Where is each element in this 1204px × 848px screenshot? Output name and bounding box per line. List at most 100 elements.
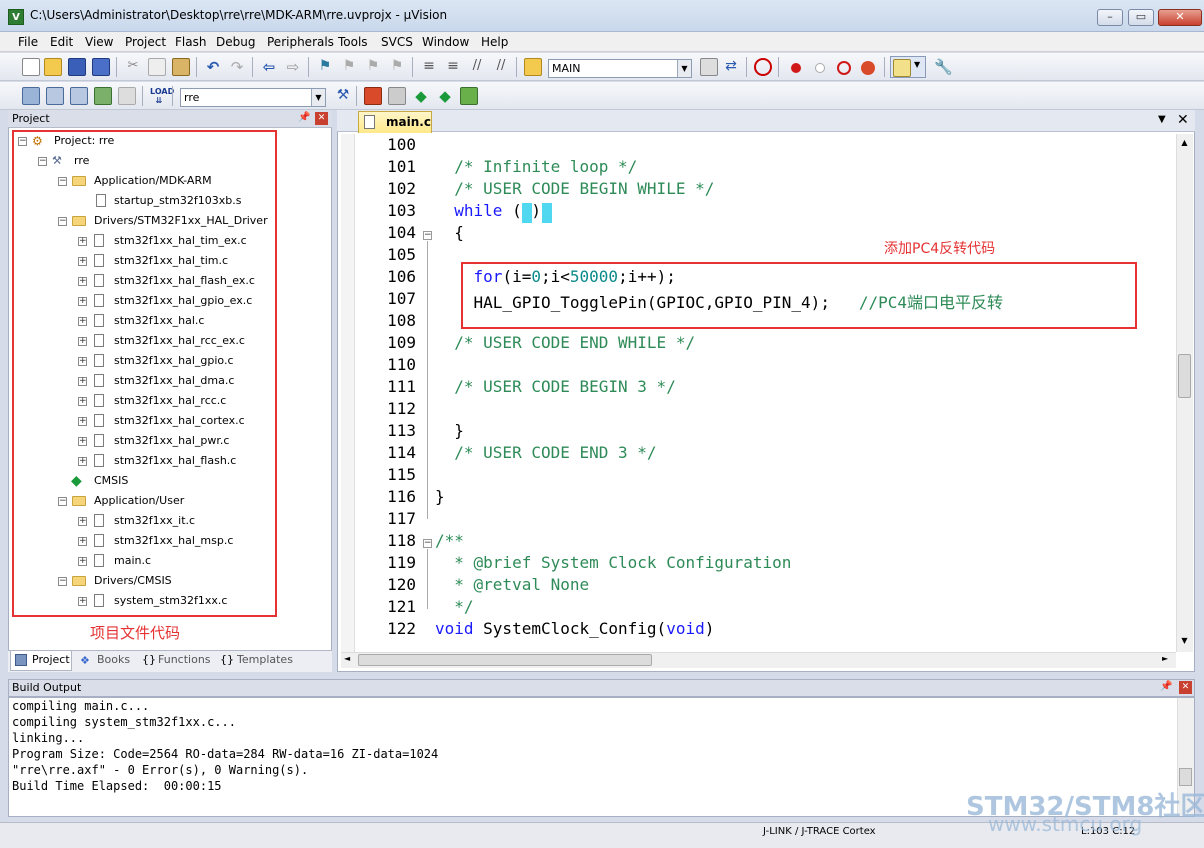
- menu-window[interactable]: Window: [422, 35, 469, 49]
- scroll-right-icon[interactable]: ►: [1162, 654, 1168, 663]
- bookmark-icon[interactable]: ⚑: [316, 58, 334, 76]
- scroll-up-icon[interactable]: ▲: [1178, 138, 1191, 150]
- batch-build-icon[interactable]: [94, 87, 112, 105]
- kill-all-breakpoints-icon[interactable]: [861, 61, 875, 75]
- build-scroll-thumb[interactable]: [1179, 768, 1192, 786]
- code-line[interactable]: /* Infinite loop */: [435, 157, 637, 176]
- menu-svcs[interactable]: SVCS: [381, 35, 413, 49]
- code-line[interactable]: */: [435, 597, 473, 616]
- line-number: 120: [387, 575, 416, 594]
- line-number: 113: [387, 421, 416, 440]
- maximize-button[interactable]: ▭: [1128, 9, 1154, 26]
- stop-build-icon[interactable]: [118, 87, 136, 105]
- file-icon: [364, 115, 375, 129]
- tab-functions[interactable]: Functions: [158, 653, 211, 666]
- code-line[interactable]: * @brief System Clock Configuration: [435, 553, 791, 572]
- code-line[interactable]: * @retval None: [435, 575, 589, 594]
- pin-icon[interactable]: 📌: [1160, 681, 1172, 692]
- pack-installer-icon[interactable]: ◆: [436, 87, 454, 105]
- new-file-icon[interactable]: [22, 58, 40, 76]
- horizontal-scroll-thumb[interactable]: [358, 654, 652, 666]
- build-icon[interactable]: [46, 87, 64, 105]
- configure-icon[interactable]: 🔧: [934, 58, 953, 76]
- select-packs-icon[interactable]: [388, 87, 406, 105]
- open-folder-icon[interactable]: [44, 58, 62, 76]
- chevron-down-icon[interactable]: ▼: [311, 89, 325, 106]
- chevron-down-icon[interactable]: ▼: [677, 60, 691, 77]
- code-line[interactable]: /* USER CODE END WHILE */: [435, 333, 695, 352]
- menu-peripherals[interactable]: Peripherals: [267, 35, 334, 49]
- code-line[interactable]: void SystemClock_Config(void): [435, 619, 714, 638]
- menu-edit[interactable]: Edit: [50, 35, 73, 49]
- menu-file[interactable]: File: [18, 35, 38, 49]
- code-line[interactable]: /**: [435, 531, 464, 550]
- find-icon[interactable]: [700, 58, 718, 76]
- fold-line: [427, 549, 428, 609]
- clear-bookmarks-icon[interactable]: ⚑: [388, 58, 406, 76]
- close-button[interactable]: ✕: [1158, 9, 1202, 26]
- panel-close-icon[interactable]: ✕: [315, 112, 328, 125]
- toolbar-separator: [172, 86, 173, 106]
- fold-marker[interactable]: −: [423, 231, 432, 240]
- menu-debug[interactable]: Debug: [216, 35, 255, 49]
- tab-books[interactable]: Books: [97, 653, 130, 666]
- comment-icon[interactable]: //: [468, 58, 486, 76]
- target-combo[interactable]: rre ▼: [180, 88, 326, 107]
- breakpoint-icon[interactable]: [791, 63, 801, 73]
- build-output-line: linking...: [12, 731, 85, 745]
- fold-marker[interactable]: −: [423, 539, 432, 548]
- line-number: 110: [387, 355, 416, 374]
- undo-icon[interactable]: ↶: [204, 58, 222, 76]
- manage-rte-icon[interactable]: ◆: [412, 87, 430, 105]
- editor-close-icon[interactable]: ✕: [1177, 112, 1189, 128]
- chevron-down-icon[interactable]: ▼: [1158, 114, 1166, 125]
- menu-project[interactable]: Project: [125, 35, 166, 49]
- next-bookmark-icon[interactable]: ⚑: [364, 58, 382, 76]
- translate-icon[interactable]: [22, 87, 40, 105]
- code-line[interactable]: /* USER CODE END 3 */: [435, 443, 656, 462]
- code-line[interactable]: /* USER CODE BEGIN WHILE */: [435, 179, 714, 198]
- fold-line: [427, 241, 428, 519]
- rebuild-icon[interactable]: [70, 87, 88, 105]
- unindent-icon[interactable]: ≡: [444, 58, 462, 76]
- uncomment-icon[interactable]: //: [492, 58, 510, 76]
- code-line[interactable]: }: [435, 421, 464, 440]
- scroll-left-icon[interactable]: ◄: [344, 654, 350, 663]
- function-combo[interactable]: MAIN ▼: [548, 59, 692, 78]
- vertical-scroll-thumb[interactable]: [1178, 354, 1191, 398]
- manage-project-icon[interactable]: [364, 87, 382, 105]
- menu-view[interactable]: View: [85, 35, 113, 49]
- pack-update-icon[interactable]: [460, 87, 478, 105]
- redo-icon[interactable]: ↷: [228, 58, 246, 76]
- save-icon[interactable]: [68, 58, 86, 76]
- nav-back-icon[interactable]: ⇦: [260, 58, 278, 76]
- toolbar-separator: [252, 57, 253, 77]
- save-all-icon[interactable]: [92, 58, 110, 76]
- copy-icon[interactable]: [148, 58, 166, 76]
- menu-tools[interactable]: Tools: [338, 35, 368, 49]
- tab-templates[interactable]: Templates: [237, 653, 293, 666]
- line-number: 106: [387, 267, 416, 286]
- nav-forward-icon[interactable]: ⇨: [284, 58, 302, 76]
- menu-flash[interactable]: Flash: [175, 35, 206, 49]
- incremental-find-icon[interactable]: ⇄: [722, 58, 740, 76]
- target-options-icon[interactable]: ⚒: [334, 87, 352, 105]
- debug-session-icon[interactable]: [754, 58, 772, 76]
- annotation-box: [461, 262, 1137, 329]
- disable-breakpoint-icon[interactable]: [815, 63, 825, 73]
- pin-icon[interactable]: 📌: [298, 112, 310, 123]
- code-line[interactable]: /* USER CODE BEGIN 3 */: [435, 377, 676, 396]
- disable-all-breakpoints-icon[interactable]: [837, 61, 851, 75]
- code-line[interactable]: {: [435, 223, 464, 242]
- panel-close-icon[interactable]: ✕: [1179, 681, 1192, 694]
- find-in-files-icon[interactable]: [524, 58, 542, 76]
- indent-icon[interactable]: ≡: [420, 58, 438, 76]
- scroll-down-icon[interactable]: ▼: [1178, 636, 1191, 648]
- cut-icon[interactable]: ✂: [124, 58, 142, 76]
- download-load-icon[interactable]: LOAD ⇊: [150, 87, 174, 105]
- paste-icon[interactable]: [172, 58, 190, 76]
- minimize-button[interactable]: –: [1097, 9, 1123, 26]
- prev-bookmark-icon[interactable]: ⚑: [340, 58, 358, 76]
- code-line[interactable]: }: [435, 487, 445, 506]
- menu-help[interactable]: Help: [481, 35, 508, 49]
